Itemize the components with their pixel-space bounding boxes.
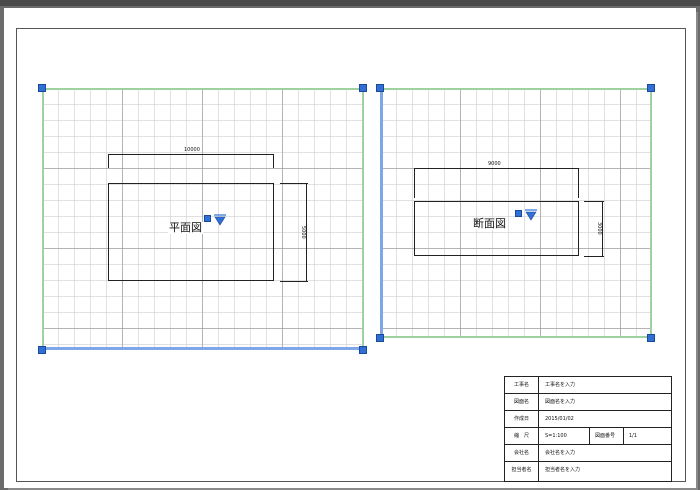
view-anchor-square-icon[interactable] bbox=[515, 210, 522, 217]
viewport-plan-right-edge[interactable] bbox=[362, 88, 364, 350]
dim-text-vertical: 5000 bbox=[300, 226, 306, 239]
title-block-value[interactable]: S=1:100 bbox=[545, 428, 567, 444]
dim-line-horizontal bbox=[108, 154, 273, 155]
viewport-section-handle-bottom-left[interactable] bbox=[376, 334, 384, 342]
title-block-divider bbox=[589, 428, 590, 444]
viewport-section-top-edge[interactable] bbox=[380, 88, 652, 90]
viewport-plan[interactable]: 10000 5000 平面図 bbox=[42, 88, 364, 350]
dim-line-vertical bbox=[602, 201, 603, 256]
title-block-row: 作成日 2015/01/02 bbox=[505, 411, 671, 428]
title-block-value[interactable]: 担当者名を入力 bbox=[545, 462, 580, 481]
dim-line-vertical bbox=[306, 183, 307, 281]
viewport-section[interactable]: 9000 3000 断面図 bbox=[380, 88, 652, 338]
viewport-plan-handle-top-left[interactable] bbox=[38, 84, 46, 92]
view-label-plan[interactable]: 平面図 bbox=[168, 222, 203, 234]
title-block[interactable]: 工事名 工事名を入力 図面名 図面名を入力 作成日 2015/01/02 縮 尺… bbox=[504, 376, 672, 482]
title-block-row: 工事名 工事名を入力 bbox=[505, 377, 671, 394]
dim-extension-line bbox=[280, 183, 308, 184]
viewport-plan-top-edge[interactable] bbox=[42, 88, 364, 90]
viewport-section-right-edge[interactable] bbox=[650, 88, 652, 338]
view-anchor-square-icon[interactable] bbox=[204, 215, 211, 222]
view-direction-triangle-icon[interactable] bbox=[214, 214, 226, 226]
drawing-sheet[interactable]: 10000 5000 平面図 9000 3000 断面図 工事名 工事名を入力 … bbox=[4, 8, 696, 488]
dim-line-horizontal bbox=[414, 168, 578, 169]
viewport-section-handle-bottom-right[interactable] bbox=[647, 334, 655, 342]
title-block-label: 図面名 bbox=[505, 394, 539, 410]
window-top-bar bbox=[0, 0, 700, 6]
dim-text-horizontal: 9000 bbox=[488, 161, 501, 167]
title-block-sub-label: 図面番号 bbox=[595, 433, 616, 439]
dim-extension-line bbox=[108, 154, 109, 168]
title-block-row: 図面名 図面名を入力 bbox=[505, 394, 671, 411]
title-block-sub-value[interactable]: 1/1 bbox=[629, 428, 637, 444]
viewport-plan-handle-bottom-right[interactable] bbox=[359, 346, 367, 354]
title-block-label: 担当者名 bbox=[505, 462, 539, 481]
viewport-plan-handle-bottom-left[interactable] bbox=[38, 346, 46, 354]
viewport-section-handle-top-left[interactable] bbox=[376, 84, 384, 92]
dim-extension-line bbox=[414, 168, 415, 198]
title-block-row: 縮 尺 S=1:100 図面番号 1/1 bbox=[505, 428, 671, 445]
title-block-value[interactable]: 図面名を入力 bbox=[545, 394, 575, 410]
dim-extension-line bbox=[584, 256, 604, 257]
view-label-section[interactable]: 断面図 bbox=[472, 218, 507, 230]
viewport-plan-left-edge[interactable] bbox=[42, 88, 44, 350]
title-block-row: 担当者名 担当者名を入力 bbox=[505, 462, 671, 481]
viewport-section-left-edge[interactable] bbox=[380, 88, 383, 338]
dim-text-horizontal: 10000 bbox=[184, 147, 200, 153]
dim-extension-line bbox=[578, 168, 579, 198]
viewport-section-bottom-edge[interactable] bbox=[380, 336, 652, 338]
dim-extension-line bbox=[273, 154, 274, 168]
title-block-label: 作成日 bbox=[505, 411, 539, 427]
title-block-row: 会社名 会社名を入力 bbox=[505, 445, 671, 462]
view-direction-triangle-icon[interactable] bbox=[525, 209, 537, 221]
dim-extension-line bbox=[280, 281, 308, 282]
title-block-value[interactable]: 会社名を入力 bbox=[545, 445, 575, 461]
viewport-plan-handle-top-right[interactable] bbox=[359, 84, 367, 92]
viewport-plan-bottom-edge[interactable] bbox=[42, 347, 364, 350]
title-block-label: 工事名 bbox=[505, 377, 539, 393]
dim-text-vertical: 3000 bbox=[596, 222, 602, 235]
title-block-divider bbox=[623, 428, 624, 444]
dim-extension-line bbox=[584, 201, 604, 202]
viewport-section-handle-top-right[interactable] bbox=[647, 84, 655, 92]
title-block-value[interactable]: 工事名を入力 bbox=[545, 377, 575, 393]
title-block-label: 会社名 bbox=[505, 445, 539, 461]
title-block-label: 縮 尺 bbox=[505, 428, 539, 444]
title-block-value[interactable]: 2015/01/02 bbox=[545, 411, 574, 427]
